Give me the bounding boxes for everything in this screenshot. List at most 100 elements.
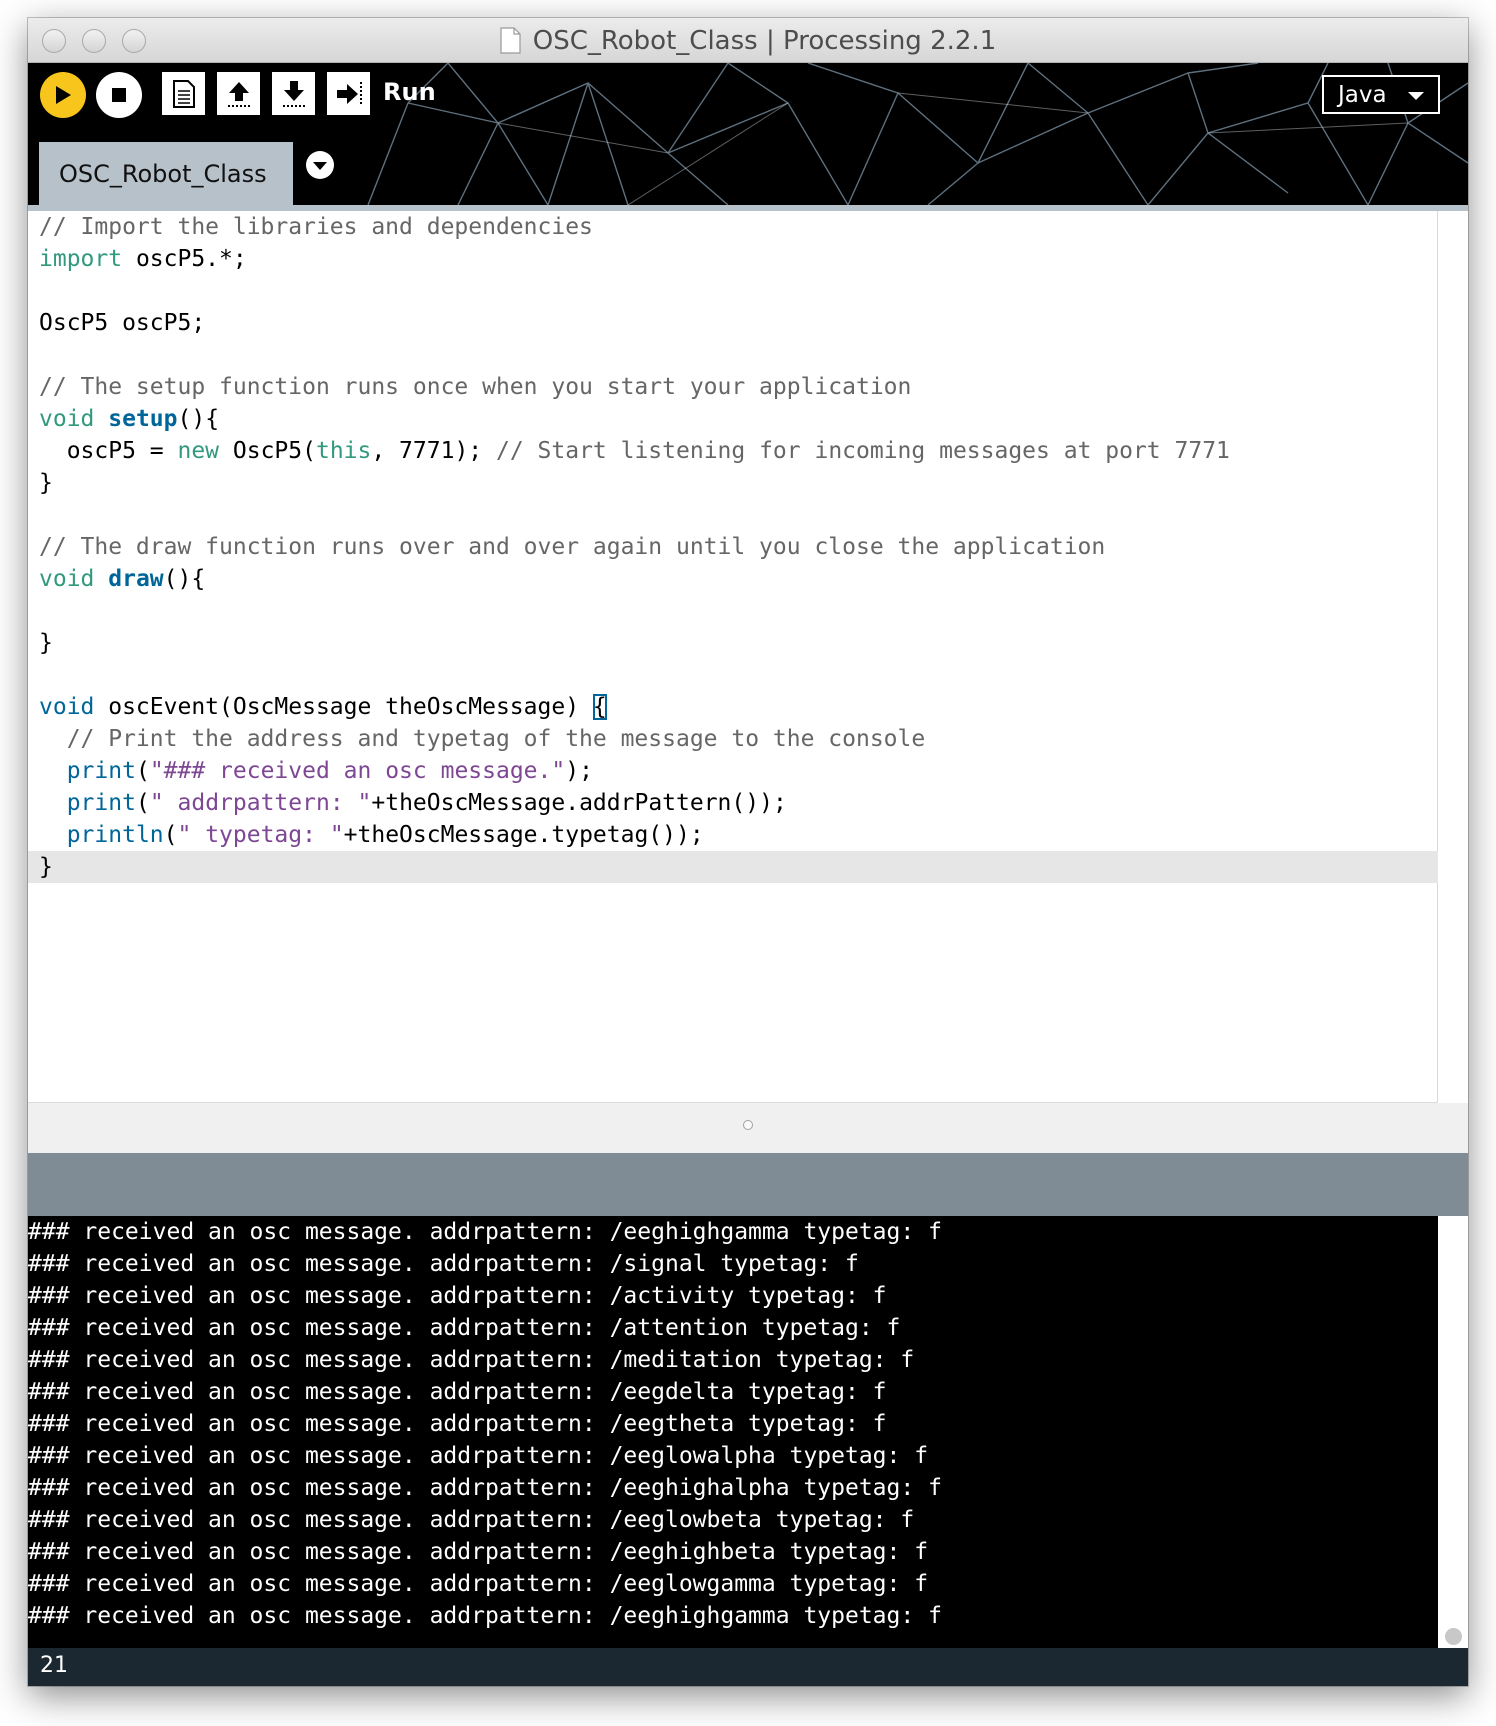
run-label: Run (383, 78, 436, 106)
code-token: , 7771); (371, 438, 496, 464)
title-wrap: OSC_Robot_Class | Processing 2.2.1 (28, 18, 1468, 63)
console-line: ### received an osc message. addrpattern… (28, 1603, 942, 1629)
code-line[interactable]: println(" typetag: "+theOscMessage.typet… (28, 819, 1438, 851)
code-token: OscP5( (219, 438, 316, 464)
code-line[interactable]: } (28, 467, 1438, 499)
code-lines: // Import the libraries and dependencies… (28, 211, 1438, 883)
export-arrow-icon (336, 81, 362, 106)
code-line[interactable]: void setup(){ (28, 403, 1438, 435)
code-editor[interactable]: // Import the libraries and dependencies… (28, 211, 1438, 1103)
download-arrow-icon (282, 80, 305, 107)
code-token: setup (108, 406, 178, 432)
code-line[interactable]: // The draw function runs over and over … (28, 531, 1438, 563)
code-token: // Print the address and typetag of the … (39, 726, 926, 752)
code-token: import (39, 246, 123, 272)
code-token: print (66, 758, 136, 784)
console-line: ### received an osc message. addrpattern… (28, 1539, 929, 1565)
window-title: OSC_Robot_Class | Processing 2.2.1 (532, 25, 997, 56)
code-line[interactable]: OscP5 oscP5; (28, 307, 1438, 339)
mode-select[interactable]: Java (1322, 75, 1440, 114)
code-token: ( (163, 822, 178, 848)
status-bar: 21 (28, 1648, 1468, 1686)
code-token: void (39, 694, 95, 720)
document-icon (500, 27, 521, 54)
chevron-down-icon (1408, 92, 1424, 100)
code-token: new (177, 438, 220, 464)
message-area (28, 1153, 1468, 1216)
upload-arrow-icon (227, 81, 250, 107)
code-token: this (315, 438, 372, 464)
code-token: { (592, 694, 607, 720)
code-token: void (39, 406, 95, 432)
chevron-down-icon (313, 162, 327, 170)
console-scroll-thumb[interactable] (1445, 1628, 1462, 1645)
console-line: ### received an osc message. addrpattern… (28, 1347, 915, 1373)
open-sketch-button[interactable] (217, 72, 260, 115)
code-token: " addrpattern: " (149, 790, 372, 816)
code-line[interactable] (28, 499, 1438, 531)
console-lines: ### received an osc message. addrpattern… (28, 1216, 1438, 1632)
stop-button[interactable] (96, 72, 142, 118)
code-line[interactable]: } (28, 851, 1438, 883)
code-line[interactable]: } (28, 627, 1438, 659)
code-token: } (39, 854, 53, 880)
console[interactable]: ### received an osc message. addrpattern… (28, 1216, 1438, 1663)
code-token: OscP5 oscP5; (39, 310, 206, 336)
save-sketch-button[interactable] (272, 72, 315, 115)
code-token: // The setup function runs once when you… (39, 374, 912, 400)
console-line: ### received an osc message. addrpattern… (28, 1219, 942, 1245)
code-line[interactable]: // Print the address and typetag of the … (28, 723, 1438, 755)
processing-window: OSC_Robot_Class | Processing 2.2.1 Run J… (28, 18, 1468, 1686)
splitter-handle-icon[interactable] (743, 1120, 753, 1130)
export-application-button[interactable] (327, 72, 370, 115)
console-line: ### received an osc message. addrpattern… (28, 1475, 942, 1501)
code-token: oscEvent(OscMessage theOscMessage) (94, 694, 593, 720)
code-token: oscP5 = (39, 438, 178, 464)
code-token: (){ (163, 566, 206, 592)
console-line: ### received an osc message. addrpattern… (28, 1411, 887, 1437)
code-token: // Import the libraries and dependencies (39, 214, 593, 240)
console-line: ### received an osc message. addrpattern… (28, 1251, 859, 1277)
code-token: (){ (177, 406, 220, 432)
code-line[interactable] (28, 659, 1438, 691)
code-token: print (66, 790, 136, 816)
code-token: ( (135, 790, 150, 816)
tab-osc-robot-class[interactable]: OSC_Robot_Class (39, 142, 293, 205)
code-token: +theOscMessage.addrPattern()); (371, 790, 787, 816)
tab-label: OSC_Robot_Class (59, 159, 267, 188)
code-line[interactable]: import oscP5.*; (28, 243, 1438, 275)
new-file-icon (172, 79, 195, 108)
play-icon (56, 86, 71, 104)
new-sketch-button[interactable] (162, 72, 205, 115)
code-line[interactable]: // The setup function runs once when you… (28, 371, 1438, 403)
mode-label: Java (1338, 81, 1387, 108)
code-line[interactable] (28, 595, 1438, 627)
code-line[interactable] (28, 275, 1438, 307)
console-line: ### received an osc message. addrpattern… (28, 1443, 929, 1469)
code-line[interactable]: void oscEvent(OscMessage theOscMessage) … (28, 691, 1438, 723)
code-token: ); (565, 758, 593, 784)
console-scrollbar[interactable] (1438, 1216, 1468, 1663)
editor-scrollbar[interactable] (1438, 211, 1468, 1103)
code-token: void (39, 566, 95, 592)
code-line[interactable] (28, 339, 1438, 371)
stop-icon (112, 88, 126, 102)
code-line[interactable]: void draw(){ (28, 563, 1438, 595)
code-token: +theOscMessage.typetag()); (343, 822, 704, 848)
code-line[interactable]: // Import the libraries and dependencies (28, 211, 1438, 243)
code-line[interactable]: print("### received an osc message."); (28, 755, 1438, 787)
code-line[interactable]: print(" addrpattern: "+theOscMessage.add… (28, 787, 1438, 819)
line-number: 21 (40, 1653, 68, 1678)
title-bar: OSC_Robot_Class | Processing 2.2.1 (28, 18, 1468, 63)
console-line: ### received an osc message. addrpattern… (28, 1507, 915, 1533)
code-line[interactable]: oscP5 = new OscP5(this, 7771); // Start … (28, 435, 1438, 467)
run-button[interactable] (40, 72, 86, 118)
tab-menu-button[interactable] (306, 151, 334, 179)
code-token: draw (108, 566, 164, 592)
code-token: oscP5.*; (122, 246, 247, 272)
code-token: // Start listening for incoming messages… (495, 438, 1230, 464)
